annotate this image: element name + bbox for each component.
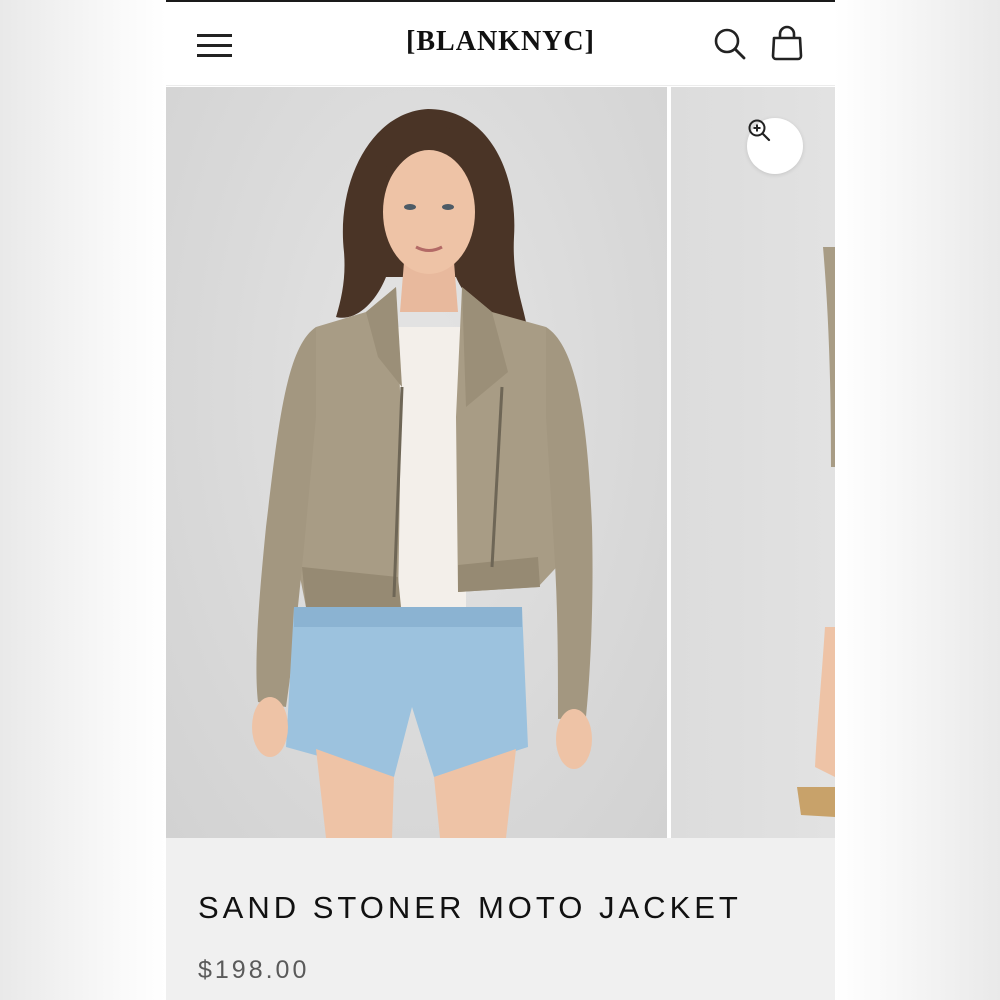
site-header: [BLANKNYC] <box>166 2 835 86</box>
product-image-main[interactable] <box>166 87 667 838</box>
mobile-page: [BLANKNYC] SAND STONER MOTO JACKET $198.… <box>166 0 835 1000</box>
shopping-bag-icon[interactable] <box>770 25 804 61</box>
zoom-in-icon <box>748 119 771 142</box>
product-image-gallery[interactable] <box>166 87 835 838</box>
model-illustration-partial <box>797 247 835 817</box>
zoom-button[interactable] <box>747 118 803 174</box>
product-image-next[interactable] <box>671 87 835 838</box>
search-icon[interactable] <box>713 27 747 61</box>
product-title: SAND STONER MOTO JACKET <box>198 890 742 925</box>
model-illustration <box>252 109 593 838</box>
product-info: SAND STONER MOTO JACKET $198.00 <box>166 838 835 1000</box>
product-price: $198.00 <box>198 956 310 984</box>
